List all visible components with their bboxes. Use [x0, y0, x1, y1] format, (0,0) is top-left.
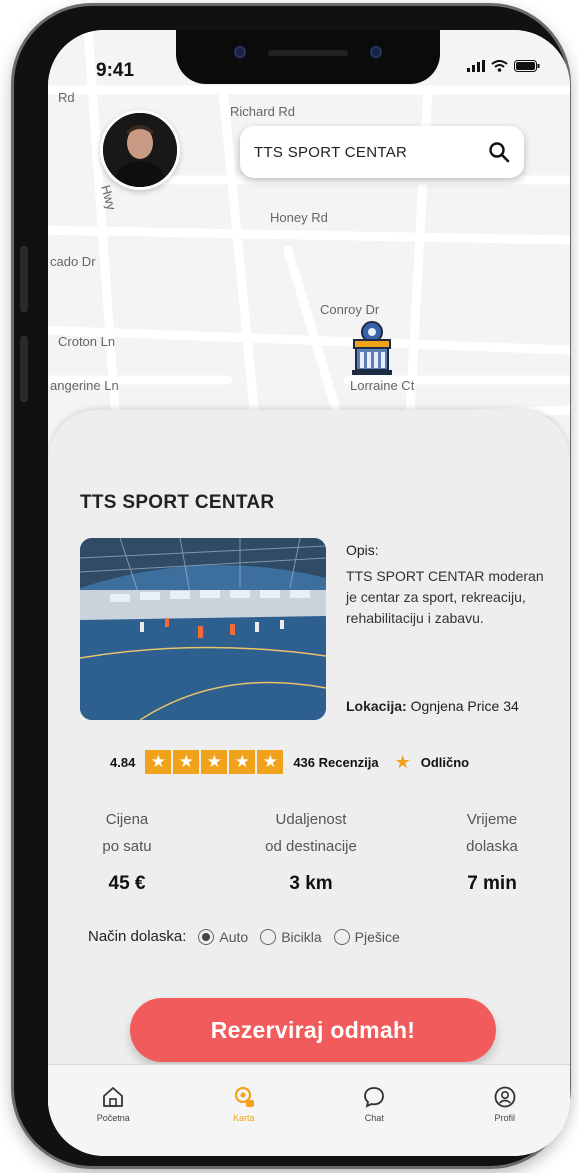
location-value: Ognjena Price 34	[406, 698, 519, 714]
tab-label: Karta	[232, 1113, 255, 1123]
search-input[interactable]: TTS SPORT CENTAR	[254, 144, 488, 161]
map-view[interactable]: Rd Richard Rd Honey Rd cado Dr Conroy Dr…	[48, 30, 570, 450]
stat-label: Udaljenost	[275, 811, 347, 828]
home-icon	[103, 1087, 124, 1107]
radio-bicycle[interactable]: Bicikla	[260, 928, 322, 945]
user-circle-icon	[494, 1086, 516, 1108]
radio-walk[interactable]: Pješice	[333, 928, 400, 945]
arrival-mode-row: Način dolaska: Auto Bicikla Pješice	[88, 928, 400, 945]
wifi-icon	[491, 60, 508, 72]
tab-label: Početna	[96, 1113, 130, 1123]
star-icon: ★	[201, 750, 228, 774]
app-screen: Rd Richard Rd Honey Rd cado Dr Conroy Dr…	[48, 30, 570, 1156]
venue-title: TTS SPORT CENTAR	[80, 492, 275, 513]
radio-label: Bicikla	[281, 928, 322, 945]
stat-arrival-time: Vrijeme dolaska 7 min	[432, 806, 552, 897]
tab-chat[interactable]: Chat	[339, 1085, 409, 1156]
reserve-now-button[interactable]: Rezerviraj odmah!	[130, 998, 496, 1062]
star-rating: ★ ★ ★ ★ ★	[145, 750, 284, 774]
street-label: Conroy Dr	[320, 302, 380, 317]
stat-value: 7 min	[467, 873, 517, 894]
rating-word: Odlično	[420, 754, 470, 770]
venue-photo[interactable]	[80, 538, 326, 720]
radio-label: Auto	[219, 928, 249, 945]
stat-label: Vrijeme	[466, 811, 518, 828]
volume-up-button	[20, 246, 28, 312]
street-label: Croton Ln	[58, 334, 116, 349]
rating-row: 4.84 ★ ★ ★ ★ ★ 436 Recenzija ★ Odlično	[110, 748, 469, 776]
star-icon: ★	[257, 750, 284, 774]
radio-selected-icon	[198, 928, 215, 945]
rating-score: 4.84	[110, 754, 136, 770]
stat-label: Cijena	[105, 811, 149, 828]
tab-label: Profil	[494, 1113, 515, 1123]
tab-map[interactable]: Karta	[209, 1085, 279, 1156]
chat-bubble-icon	[364, 1087, 385, 1108]
stat-label: dolaska	[466, 838, 518, 855]
phone-frame: Rd Richard Rd Honey Rd cado Dr Conroy Dr…	[14, 6, 570, 1166]
star-icon: ★	[394, 751, 411, 772]
avatar[interactable]	[100, 110, 180, 190]
stat-price: Cijena po satu 45 €	[72, 806, 182, 897]
star-icon: ★	[173, 750, 200, 774]
tab-profile[interactable]: Profil	[470, 1085, 540, 1156]
search-icon[interactable]	[488, 141, 510, 163]
status-icons	[467, 60, 540, 72]
stat-label: po satu	[102, 838, 152, 855]
stat-value: 3 km	[289, 873, 333, 894]
venue-description: TTS SPORT CENTAR moderan je centar za sp…	[346, 568, 544, 626]
volume-down-button	[20, 336, 28, 402]
stat-distance: Udaljenost od destinacije 3 km	[216, 806, 406, 897]
star-icon: ★	[229, 750, 256, 774]
battery-icon	[514, 60, 540, 72]
notch	[176, 30, 440, 84]
radio-unselected-icon	[260, 928, 277, 945]
review-count-text: 436 Recenzija	[293, 754, 379, 770]
bottom-tab-bar: Početna Karta Chat Profil	[48, 1064, 570, 1156]
street-label: Richard Rd	[230, 104, 296, 119]
street-label: Rd	[58, 90, 75, 105]
front-camera	[234, 46, 246, 58]
tab-label: Chat	[364, 1113, 384, 1123]
street-label: angerine Ln	[50, 378, 119, 393]
location-label: Lokacija:	[346, 698, 407, 714]
venue-detail-card: TTS SPORT CENTAR Opis: TTS SPORT CENTAR …	[48, 410, 570, 1156]
status-time: 9:41	[96, 60, 135, 81]
venue-location: Lokacija: Ognjena Price 34	[346, 698, 519, 714]
description-label: Opis:	[346, 542, 379, 558]
sensor	[370, 46, 382, 58]
stat-label: od destinacije	[265, 838, 357, 855]
profile-photo	[103, 113, 177, 187]
radio-auto[interactable]: Auto	[198, 928, 249, 945]
building-icon	[352, 321, 392, 375]
review-count[interactable]: 436 Recenzija	[293, 755, 378, 770]
radio-label: Pješice	[354, 928, 400, 945]
signal-icon	[467, 60, 485, 72]
street-label: cado Dr	[50, 254, 96, 269]
arrival-mode-label: Način dolaska:	[88, 928, 187, 945]
sports-hall-image	[80, 538, 326, 720]
tab-home[interactable]: Početna	[78, 1085, 148, 1156]
map-roads	[48, 30, 570, 450]
radio-unselected-icon	[333, 928, 350, 945]
street-label: Lorraine Ct	[350, 378, 415, 393]
map-pin-icon	[234, 1086, 254, 1107]
search-bar[interactable]: TTS SPORT CENTAR	[240, 126, 524, 178]
street-label: Honey Rd	[270, 210, 328, 225]
star-icon: ★	[145, 750, 172, 774]
speaker	[268, 50, 348, 56]
stat-value: 45 €	[108, 873, 146, 894]
